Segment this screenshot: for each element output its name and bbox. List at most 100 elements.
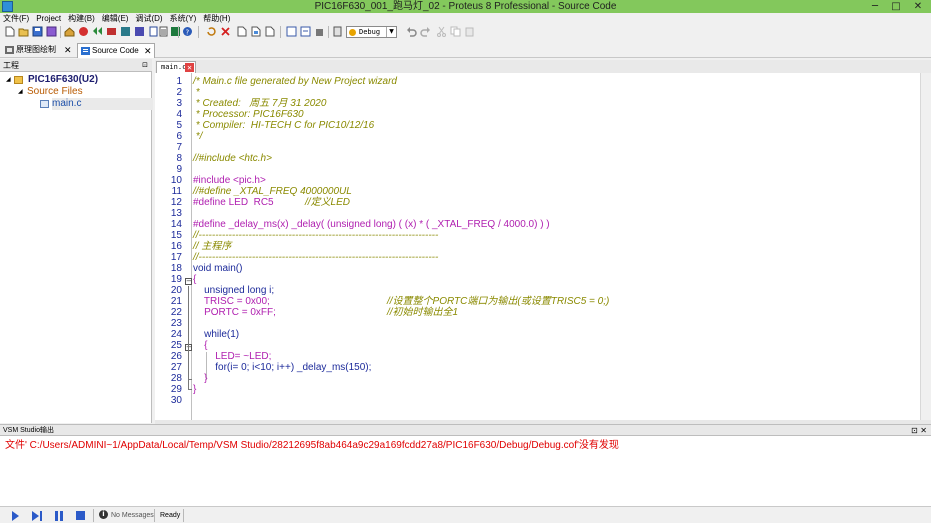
code-line: void main() — [193, 263, 243, 274]
output-pane-buttons[interactable]: ⊡ ✕ — [911, 425, 927, 436]
window-title: PIC16F630_001_跑马灯_02 - Proteus 8 Profess… — [314, 1, 617, 12]
open-folder-icon[interactable] — [18, 26, 29, 37]
add-file-icon[interactable] — [236, 26, 247, 37]
fold-guide-end — [188, 389, 192, 390]
add-existing-file-icon[interactable] — [250, 26, 261, 37]
output-pane: 文件' C:/Users/ADMINI~1/AppData/Local/Temp… — [0, 436, 931, 506]
line-number: 12 — [170, 197, 182, 208]
code-line: //#define _XTAL_FREQ 4000000UL — [193, 186, 352, 197]
tree-item-label: Source Files — [27, 86, 83, 97]
menu-file[interactable]: 文件(F) — [3, 13, 29, 24]
paste-icon[interactable] — [464, 26, 475, 37]
line-number: 26 — [170, 351, 182, 362]
message-count[interactable]: No Messages — [111, 509, 154, 522]
home-icon[interactable] — [64, 26, 75, 37]
remove-file-icon[interactable] — [264, 26, 275, 37]
redo-icon[interactable] — [420, 26, 431, 37]
cut-icon[interactable] — [436, 26, 447, 37]
chevron-down-icon[interactable]: ▼ — [386, 27, 396, 37]
save-all-icon[interactable] — [46, 26, 57, 37]
refresh-icon[interactable] — [206, 26, 217, 37]
status-bar: i No Messages Ready — [0, 506, 931, 523]
build-icon[interactable] — [286, 26, 297, 37]
line-number: 5 — [176, 120, 182, 131]
rebuild-icon[interactable] — [300, 26, 311, 37]
bom-icon[interactable] — [158, 26, 169, 37]
source-code-tab-icon — [81, 47, 90, 55]
menu-bar: 文件(F) Project 构建(B) 编辑(E) 调试(D) 系统(Y) 帮助… — [0, 13, 931, 24]
maximize-button[interactable]: □ — [885, 0, 907, 13]
stop-icon[interactable] — [78, 26, 89, 37]
menu-project[interactable]: Project — [36, 13, 61, 24]
line-number: 11 — [171, 186, 182, 197]
line-number: 8 — [176, 153, 182, 164]
line-number: 4 — [176, 109, 182, 120]
code-line: while(1) — [193, 329, 240, 340]
menu-edit[interactable]: 编辑(E) — [102, 13, 129, 24]
copy-icon[interactable] — [450, 26, 461, 37]
schematic-tab-icon — [5, 46, 14, 54]
tab-label: 原理图绘制 — [16, 45, 56, 54]
code-line: * — [193, 87, 200, 98]
new-file-icon[interactable] — [4, 26, 15, 37]
fold-toggle-icon[interactable]: − — [185, 278, 192, 285]
design-explorer-icon[interactable] — [170, 26, 181, 37]
code-editor[interactable]: 1 2 3 4 5 6 7 8 9 10 11 12 13 14 15 16 1… — [155, 73, 920, 420]
gerber-icon[interactable] — [134, 26, 145, 37]
gutter-divider — [191, 73, 192, 420]
menu-system[interactable]: 系统(Y) — [170, 13, 197, 24]
fold-guide-end — [188, 379, 192, 380]
code-line: { — [193, 274, 197, 285]
toolbar-separator — [280, 26, 281, 38]
editor-tab-main-c[interactable]: main.c ✕ — [156, 61, 196, 73]
close-window-button[interactable]: ✕ — [906, 0, 930, 13]
editor-tab-label: main.c — [161, 63, 187, 71]
pause-simulation-icon[interactable] — [55, 511, 63, 521]
line-number: 2 — [176, 87, 182, 98]
code-line: //--------------------------------------… — [193, 230, 439, 241]
line-number: 24 — [170, 329, 182, 340]
expand-arrow-icon[interactable]: ◢ — [6, 74, 11, 86]
config-icon — [349, 29, 356, 36]
tree-item-label: PIC16F630(U2) — [28, 74, 99, 85]
step-simulation-icon[interactable] — [32, 511, 39, 521]
line-number: 29 — [170, 384, 182, 395]
library-icon[interactable] — [92, 26, 103, 37]
schematic-icon[interactable] — [106, 26, 117, 37]
delete-icon[interactable] — [220, 26, 231, 37]
editor-tab-bar: main.c ✕ — [155, 60, 931, 73]
tab-source-code[interactable]: Source Code ✕ — [77, 43, 155, 58]
project-settings-icon[interactable] — [332, 26, 343, 37]
close-icon[interactable]: ✕ — [185, 63, 194, 72]
menu-help[interactable]: 帮助(H) — [203, 13, 230, 24]
line-number: 22 — [170, 307, 182, 318]
expand-arrow-icon[interactable]: ◢ — [18, 88, 27, 96]
pcb-layout-icon[interactable] — [120, 26, 131, 37]
minimize-button[interactable]: ─ — [864, 0, 886, 13]
build-config-select[interactable]: Debug ▼ — [346, 26, 397, 38]
toolbar-separator — [328, 26, 329, 38]
line-number: 23 — [170, 318, 182, 329]
code-comment: //初始时输出全1 — [387, 307, 459, 318]
clean-icon[interactable] — [314, 26, 325, 37]
close-tab-icon[interactable]: ✕ — [64, 43, 72, 57]
line-number: 14 — [170, 219, 182, 230]
code-line: // 主程序 — [193, 241, 232, 252]
line-number: 1 — [176, 76, 182, 87]
line-number: 18 — [170, 263, 182, 274]
close-tab-icon[interactable]: ✕ — [144, 44, 152, 58]
play-simulation-icon[interactable] — [12, 511, 19, 521]
menu-build[interactable]: 构建(B) — [68, 13, 95, 24]
editor-vertical-scrollbar[interactable] — [920, 73, 931, 420]
menu-debug[interactable]: 调试(D) — [135, 13, 162, 24]
line-number: 30 — [170, 395, 182, 406]
undo-icon[interactable] — [406, 26, 417, 37]
code-line: /* Main.c file generated by New Project … — [193, 76, 397, 87]
stop-simulation-icon[interactable] — [76, 511, 85, 520]
save-icon[interactable] — [32, 26, 43, 37]
code-line: unsigned long i; — [193, 285, 275, 296]
help-icon[interactable]: ? — [182, 26, 193, 37]
pin-pane-icon[interactable]: ⊡ — [142, 59, 148, 72]
tab-schematic-capture[interactable]: 原理图绘制 ✕ — [2, 43, 74, 58]
output-pane-header: VSM Studio输出 ⊡ ✕ — [0, 424, 931, 436]
